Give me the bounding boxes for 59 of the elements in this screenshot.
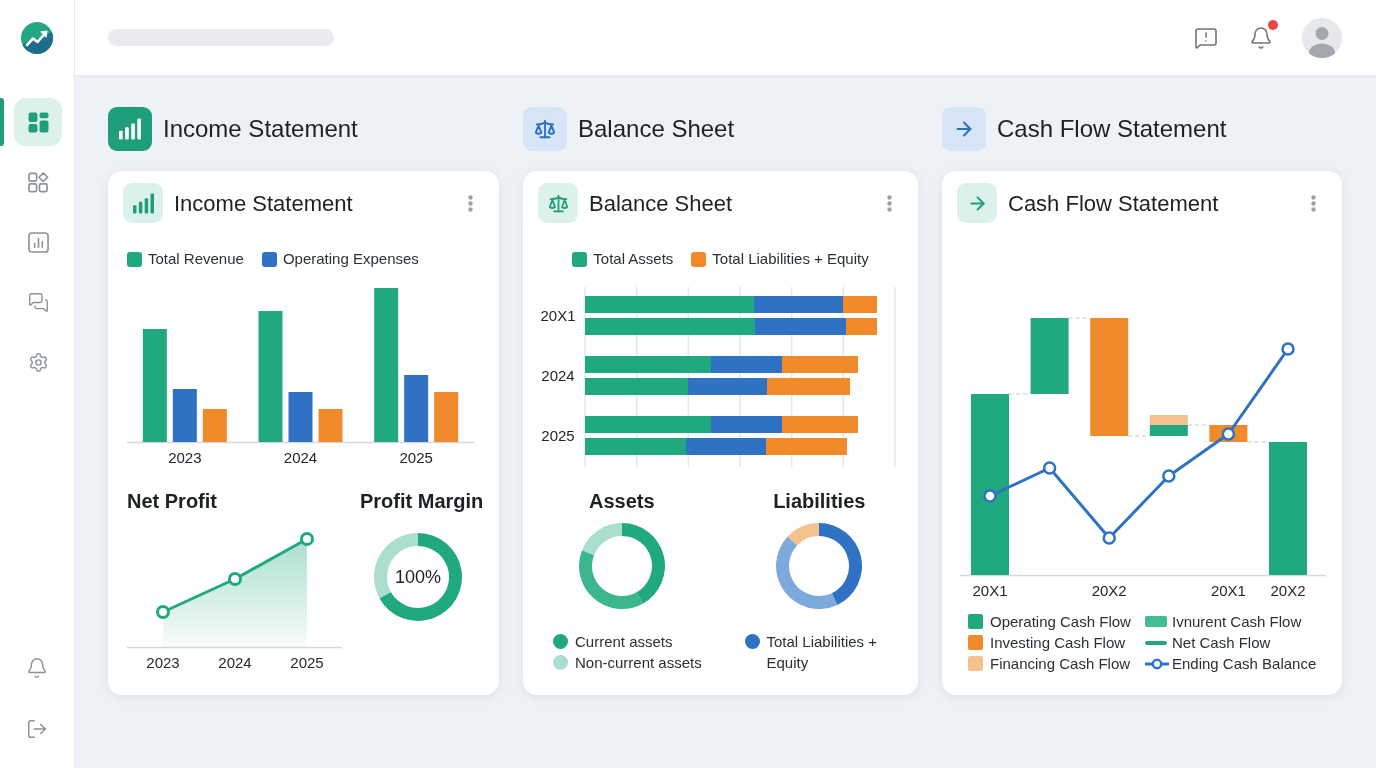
section-tab[interactable]: Cash Flow Statement xyxy=(942,107,1342,151)
arrow-right-icon xyxy=(957,183,997,223)
bar-chart-icon xyxy=(123,183,163,223)
legend-label: Total Liabilities + Equity xyxy=(712,249,869,269)
legend-label: Investing Cash Flow xyxy=(990,633,1126,653)
chart-title: Profit Margin xyxy=(360,489,484,513)
selection-bar xyxy=(0,98,4,146)
card-title: Income Statement xyxy=(174,189,353,218)
axis-label: 20X1 xyxy=(540,306,576,324)
card-title: Cash Flow Statement xyxy=(1008,189,1219,218)
legend-label: Ending Cash Balance xyxy=(1172,654,1317,674)
message-alert-icon xyxy=(1194,25,1218,50)
section-tab[interactable]: Income Statement xyxy=(108,107,499,151)
avatar-icon[interactable] xyxy=(1302,17,1342,58)
more-vertical-icon xyxy=(886,194,892,212)
scale-icon xyxy=(538,183,578,223)
axis-label: 2023 xyxy=(146,654,180,671)
sidebar-item[interactable] xyxy=(14,98,62,146)
chart-title: Net Profit xyxy=(127,489,217,513)
scale-icon xyxy=(523,107,567,151)
axis-label: 2024 xyxy=(218,654,252,671)
axis-label: 2025 xyxy=(290,654,324,671)
legend-label: Ivnurent Cash Flow xyxy=(1172,612,1302,632)
legend-label: Total Revenue xyxy=(148,249,244,269)
axis-label: 2025 xyxy=(399,449,433,466)
chart-title: Assets xyxy=(588,489,655,513)
axis-label: 20X2 xyxy=(1091,582,1127,599)
axis-label: 2023 xyxy=(168,449,202,466)
legend-label: Current assets xyxy=(575,632,673,652)
settings-icon xyxy=(27,351,49,373)
legend-label: Operating Cash Flow xyxy=(990,612,1131,632)
axis-label: 20X1 xyxy=(1210,582,1246,599)
legend-label: Financing Cash Flow xyxy=(990,654,1131,674)
arrow-right-icon xyxy=(942,107,986,151)
section-tab[interactable]: Balance Sheet xyxy=(523,107,918,151)
axis-label: 2024 xyxy=(541,366,575,384)
axis-label: 20X2 xyxy=(1270,582,1306,599)
more-vertical-icon xyxy=(467,194,473,212)
donut-label: 100% xyxy=(395,567,441,587)
card-title: Balance Sheet xyxy=(589,189,733,218)
legend-label: Net Cash Flow xyxy=(1172,633,1271,653)
chat-icon xyxy=(27,291,49,313)
bar-chart-icon xyxy=(108,107,152,151)
legend-label: Total Liabilities + Equity xyxy=(766,632,878,673)
axis-label: 2025 xyxy=(541,426,575,444)
legend-label: Non-current assets xyxy=(575,653,702,673)
logo-icon xyxy=(21,22,53,54)
chart-icon xyxy=(27,231,49,253)
shapes-icon xyxy=(27,171,49,193)
logout-icon xyxy=(26,718,48,740)
tiles-icon xyxy=(27,111,49,133)
bell-icon xyxy=(26,657,48,679)
chart-title: Liabilities xyxy=(773,489,866,513)
legend-label: Total Assets xyxy=(593,249,674,269)
axis-label: 20X1 xyxy=(972,582,1008,599)
more-vertical-icon xyxy=(1310,194,1316,212)
axis-label: 2024 xyxy=(283,449,318,466)
legend-label: Operating Expenses xyxy=(282,249,419,269)
bell-icon xyxy=(1249,25,1273,50)
